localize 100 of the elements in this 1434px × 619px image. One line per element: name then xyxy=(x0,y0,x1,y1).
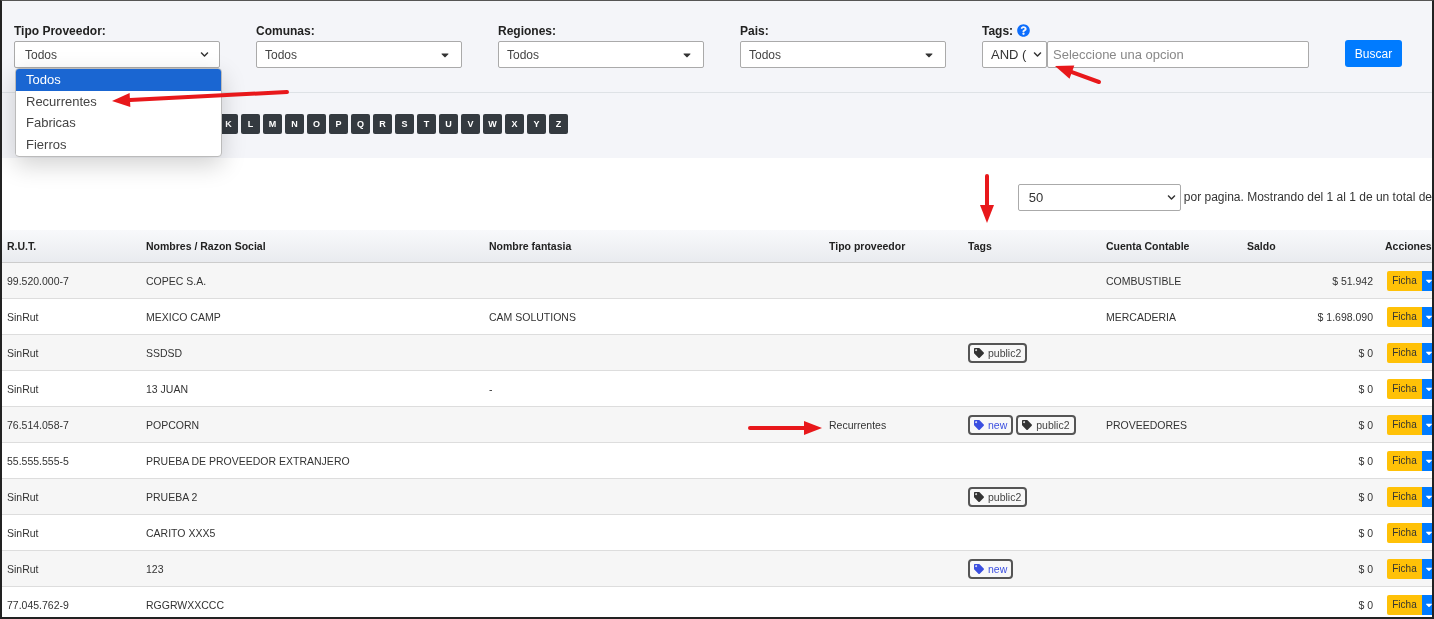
tag-chip: new xyxy=(968,414,1014,435)
filter-select[interactable]: Todos xyxy=(498,41,704,68)
table-cell-text: MEXICO CAMP xyxy=(145,310,222,323)
split-dropdown-button[interactable] xyxy=(1422,414,1432,435)
ficha-button[interactable]: Ficha xyxy=(1387,558,1422,579)
table-cell-text: Recurrentes xyxy=(828,418,888,431)
table-cell-text: $ 0 xyxy=(1357,454,1374,467)
tag-chip: public2 xyxy=(1016,414,1076,435)
ficha-button[interactable]: Ficha xyxy=(1387,306,1422,327)
letter-filter-button[interactable]: S xyxy=(395,114,414,134)
column-header: Tipo proveedor xyxy=(828,240,907,252)
dropdown-option[interactable]: Todos xyxy=(16,69,221,91)
letter-filter-button[interactable]: L xyxy=(241,114,260,134)
column-header: Saldo xyxy=(1246,240,1277,252)
filter-label: Pais: xyxy=(740,23,770,38)
table-cell-text: COPEC S.A. xyxy=(145,274,208,287)
letter-filter-button[interactable]: Y xyxy=(527,114,546,134)
table-cell-text: SinRut xyxy=(6,310,40,323)
table-cell-text: $ 0 xyxy=(1357,490,1374,503)
table-cell-text: - xyxy=(488,382,494,395)
filter-label: Tipo Proveedor: xyxy=(14,23,107,38)
filter-label: Tags: xyxy=(982,23,1014,38)
table-cell-text: 55.555.555-5 xyxy=(6,454,70,467)
table-cell-text: $ 0 xyxy=(1357,598,1374,611)
table-cell-text: MERCADERIA xyxy=(1105,310,1177,323)
letter-filter-button[interactable]: W xyxy=(483,114,502,134)
letter-filter-button[interactable]: Q xyxy=(351,114,370,134)
ficha-button[interactable]: Ficha xyxy=(1387,594,1422,615)
split-dropdown-button[interactable] xyxy=(1422,270,1432,291)
ficha-button[interactable]: Ficha xyxy=(1387,414,1422,435)
column-header: Cuenta Contable xyxy=(1105,240,1191,252)
table-cell-text: SinRut xyxy=(6,562,40,575)
filter-label: Comunas: xyxy=(256,23,316,38)
table-cell-text: CAM SOLUTIONS xyxy=(488,310,577,323)
column-header: Nombre fantasia xyxy=(488,240,573,252)
split-dropdown-button[interactable] xyxy=(1422,342,1432,363)
table-cell-text: 76.514.058-7 xyxy=(6,418,70,431)
split-dropdown-button[interactable] xyxy=(1422,486,1432,507)
column-header: Acciones xyxy=(1384,240,1432,252)
table-cell-text: SSDSD xyxy=(145,346,184,359)
table-cell-text: $ 0 xyxy=(1357,526,1374,539)
filter-select[interactable]: Todos xyxy=(14,41,220,68)
table-cell-text: SinRut xyxy=(6,526,40,539)
table-cell-text: CARITO XXX5 xyxy=(145,526,217,539)
split-dropdown-button[interactable] xyxy=(1422,522,1432,543)
page-size-select[interactable]: 50 xyxy=(1017,183,1181,211)
table-cell-text: PRUEBA 2 xyxy=(145,490,199,503)
ficha-button[interactable]: Ficha xyxy=(1387,486,1422,507)
ficha-button[interactable]: Ficha xyxy=(1387,270,1422,291)
column-header: R.U.T. xyxy=(6,240,38,252)
split-dropdown-button[interactable] xyxy=(1422,378,1432,399)
table-cell-text: $ 1.698.090 xyxy=(1316,310,1374,323)
table-cell-text: 99.520.000-7 xyxy=(6,274,70,287)
table-cell-text: SinRut xyxy=(6,490,40,503)
filter-select[interactable]: Todos xyxy=(740,41,946,68)
table-cell-text: 77.045.762-9 xyxy=(6,598,70,611)
tag-chip: new xyxy=(968,558,1014,579)
chevron-down-icon xyxy=(1166,192,1176,202)
table-cell-text: POPCORN xyxy=(145,418,201,431)
tag-chip: public2 xyxy=(968,486,1028,507)
tags-input[interactable]: Seleccione una opcion xyxy=(1047,41,1309,68)
ficha-button[interactable]: Ficha xyxy=(1387,342,1422,363)
table-cell-text: $ 0 xyxy=(1357,346,1374,359)
letter-filter-button[interactable]: V xyxy=(461,114,480,134)
column-header: Tags xyxy=(967,240,993,252)
letter-filter-button[interactable]: N xyxy=(285,114,304,134)
pagination-summary: por pagina. Mostrando del 1 al 1 de un total de xyxy=(1183,190,1432,204)
letter-filter-button[interactable]: U xyxy=(439,114,458,134)
letter-filter-button[interactable]: X xyxy=(505,114,524,134)
letter-filter-button[interactable]: Z xyxy=(549,114,568,134)
chevron-down-icon xyxy=(200,50,209,59)
table-cell-text: 123 xyxy=(145,562,165,575)
search-button[interactable]: Buscar xyxy=(1345,40,1402,67)
ficha-button[interactable]: Ficha xyxy=(1387,378,1422,399)
split-dropdown-button[interactable] xyxy=(1422,450,1432,471)
table-cell-text: RGGRWXXCCC xyxy=(145,598,225,611)
filter-label: Regiones: xyxy=(498,23,557,38)
table-cell-text: SinRut xyxy=(6,382,40,395)
ficha-button[interactable]: Ficha xyxy=(1387,450,1422,471)
column-header: Nombres / Razon Social xyxy=(145,240,267,252)
table-cell-text: PRUEBA DE PROVEEDOR EXTRANJERO xyxy=(145,454,351,467)
table-cell-text: $ 0 xyxy=(1357,382,1374,395)
split-dropdown-button[interactable] xyxy=(1422,306,1432,327)
table-cell-text: SinRut xyxy=(6,346,40,359)
help-icon[interactable] xyxy=(1017,24,1031,37)
split-dropdown-button[interactable] xyxy=(1422,594,1432,615)
split-dropdown-button[interactable] xyxy=(1422,558,1432,579)
operator-select[interactable]: AND ( xyxy=(982,41,1047,68)
table-cell-text: $ 0 xyxy=(1357,562,1374,575)
table-cell-text: $ 51.942 xyxy=(1331,274,1374,287)
ficha-button[interactable]: Ficha xyxy=(1387,522,1422,543)
tag-chip: public2 xyxy=(968,342,1028,363)
letter-filter-button[interactable]: O xyxy=(307,114,326,134)
letter-filter-button[interactable]: M xyxy=(263,114,282,134)
table-cell-text: COMBUSTIBLE xyxy=(1105,274,1183,287)
letter-filter-button[interactable]: R xyxy=(373,114,392,134)
table-cell-text: $ 0 xyxy=(1357,418,1374,431)
letter-filter-button[interactable]: P xyxy=(329,114,348,134)
filter-select[interactable]: Todos xyxy=(256,41,462,68)
letter-filter-button[interactable]: T xyxy=(417,114,436,134)
